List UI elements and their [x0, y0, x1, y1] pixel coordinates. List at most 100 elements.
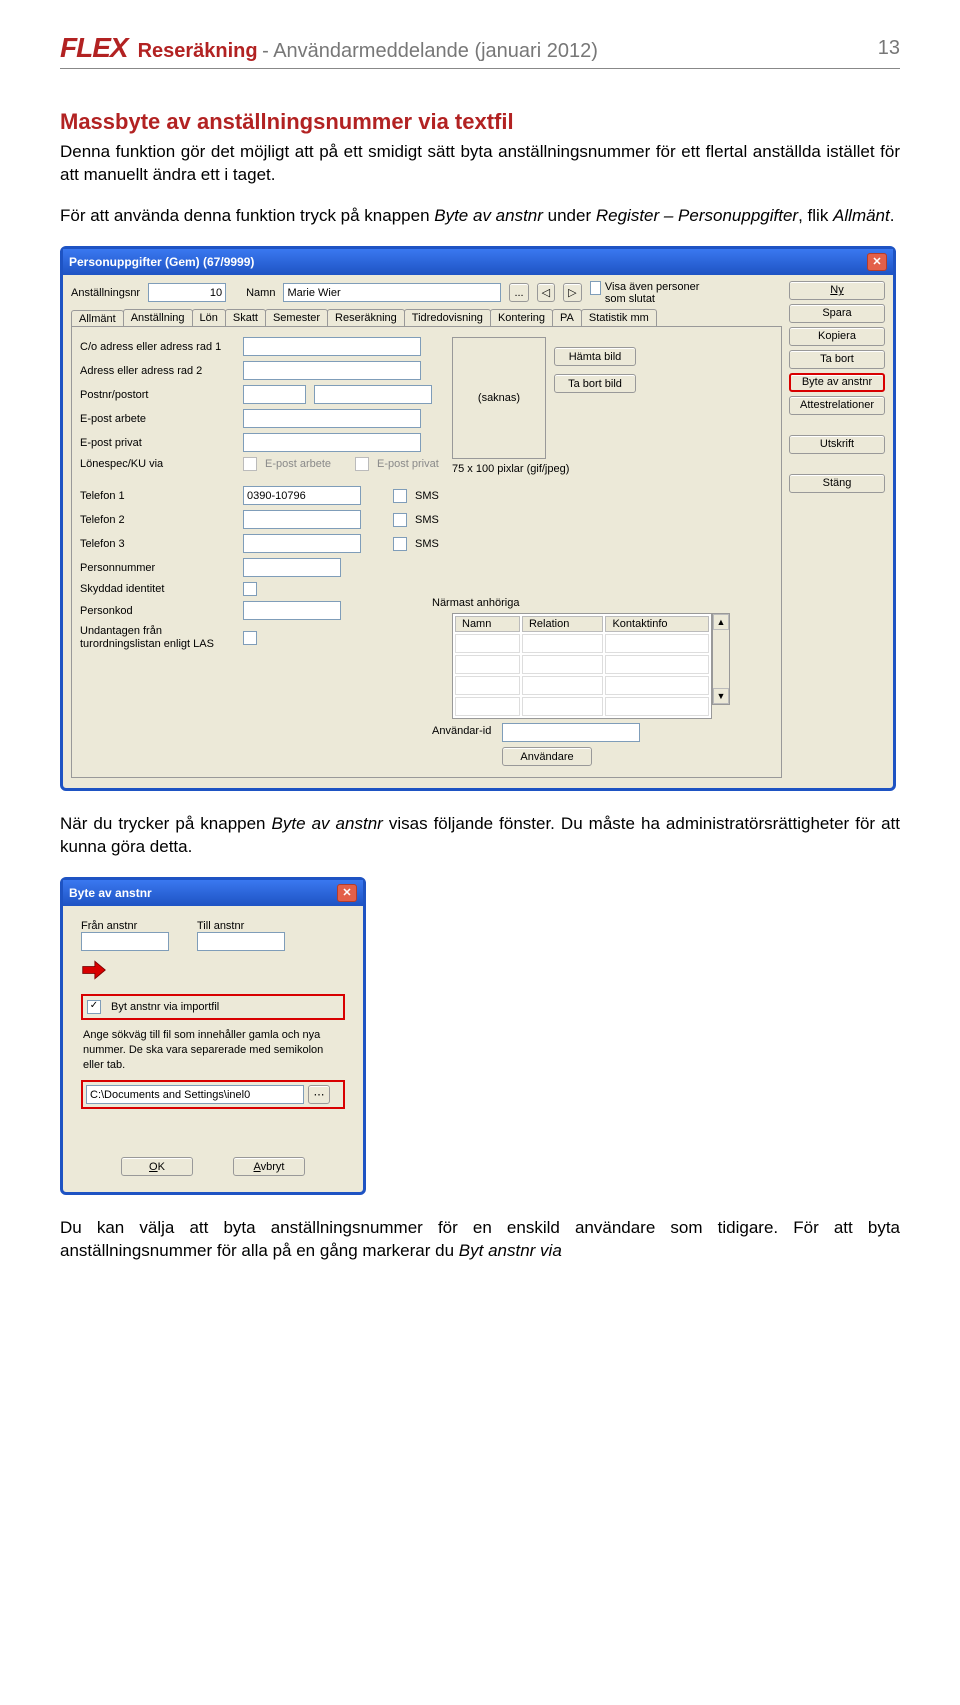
table-row: [455, 676, 709, 695]
section-heading: Massbyte av anställningsnummer via textf…: [60, 109, 900, 135]
userid-label: Användar-id: [432, 725, 491, 737]
mid-paragraph: När du trycker på knappen Byte av anstnr…: [60, 813, 900, 859]
anst-label: Anställningsnr: [71, 287, 140, 299]
import-info-text: Ange sökväg till fil som innehåller gaml…: [83, 1028, 343, 1073]
tel1-input[interactable]: [243, 486, 361, 505]
lonespec-label: Lönespec/KU via: [80, 458, 235, 470]
namn-input[interactable]: [283, 283, 501, 302]
hamta-bild-button[interactable]: Hämta bild: [554, 347, 636, 366]
flex-logo: FLEX: [60, 32, 128, 64]
postnr-input[interactable]: [243, 385, 306, 404]
browse-file-button[interactable]: ⋯: [308, 1085, 330, 1104]
attest-button[interactable]: Attestrelationer: [789, 396, 885, 415]
page-number: 13: [878, 37, 900, 60]
postnr-label: Postnr/postort: [80, 389, 235, 401]
spara-button[interactable]: Spara: [789, 304, 885, 323]
personkod-input[interactable]: [243, 601, 341, 620]
next-record-button[interactable]: ▷: [563, 283, 581, 302]
eppriv-input[interactable]: [243, 433, 421, 452]
visa-slutat-checkbox[interactable]: [590, 281, 601, 295]
tab-kontering[interactable]: Kontering: [490, 309, 553, 326]
to-label: Till anstnr: [197, 920, 285, 932]
close-icon[interactable]: ✕: [867, 253, 887, 271]
importfil-checkbox[interactable]: ✓: [87, 1000, 101, 1014]
tab-allmant[interactable]: Allmänt: [71, 310, 124, 327]
arrow-right-icon: [81, 959, 107, 981]
avbryt-button[interactable]: Avbryt: [233, 1157, 305, 1176]
page-header: FLEX Reseräkning - Användarmeddelande (j…: [60, 32, 900, 69]
undantag-checkbox[interactable]: [243, 631, 257, 645]
prev-record-button[interactable]: ◁: [537, 283, 555, 302]
eparb-label: E-post arbete: [80, 413, 235, 425]
byte-anstnr-button[interactable]: Byte av anstnr: [789, 373, 885, 392]
personkod-label: Personkod: [80, 605, 235, 617]
tel3-label: Telefon 3: [80, 538, 235, 550]
tab-pa[interactable]: PA: [552, 309, 582, 326]
kin-scrollbar[interactable]: ▲ ▼: [712, 613, 730, 705]
tel3-input[interactable]: [243, 534, 361, 553]
eparb-input[interactable]: [243, 409, 421, 428]
anst-input[interactable]: [148, 283, 226, 302]
skyddad-checkbox[interactable]: [243, 582, 257, 596]
tabort-bild-button[interactable]: Ta bort bild: [554, 374, 636, 393]
visa-slutat-label: Visa även personer som slutat: [605, 281, 720, 305]
table-row: [455, 655, 709, 674]
from-input[interactable]: [81, 932, 169, 951]
ny-button[interactable]: Ny: [789, 281, 885, 300]
window-title: Personuppgifter (Gem) (67/9999): [69, 255, 254, 269]
persnr-label: Personnummer: [80, 562, 235, 574]
lonespec-chk-privat: [355, 457, 369, 471]
importfil-label: Byt anstnr via importfil: [111, 1001, 219, 1013]
scroll-up-icon[interactable]: ▲: [713, 614, 729, 630]
skyddad-label: Skyddad identitet: [80, 583, 235, 595]
ok-button[interactable]: OK: [121, 1157, 193, 1176]
adr2-label: Adress eller adress rad 2: [80, 365, 235, 377]
tel3-sms-checkbox[interactable]: [393, 537, 407, 551]
close-icon[interactable]: ✕: [337, 884, 357, 902]
tel2-label: Telefon 2: [80, 514, 235, 526]
postort-input[interactable]: [314, 385, 432, 404]
tab-tidredovisning[interactable]: Tidredovisning: [404, 309, 491, 326]
bottom-paragraph: Du kan välja att byta anställningsnummer…: [60, 1217, 900, 1263]
kin-label: Närmast anhöriga: [432, 597, 519, 609]
photo-placeholder: (saknas): [452, 337, 546, 459]
lookup-button[interactable]: ...: [509, 283, 528, 302]
eppriv-label: E-post privat: [80, 437, 235, 449]
stang-button[interactable]: Stäng: [789, 474, 885, 493]
lonespec-chk-arbete: [243, 457, 257, 471]
tel2-input[interactable]: [243, 510, 361, 529]
intro-paragraph-2: För att använda denna funktion tryck på …: [60, 205, 900, 228]
personuppgifter-window: Personuppgifter (Gem) (67/9999) ✕ Anstäl…: [60, 246, 896, 791]
userid-input[interactable]: [502, 723, 640, 742]
co-input[interactable]: [243, 337, 421, 356]
tab-reserakning[interactable]: Reseräkning: [327, 309, 405, 326]
anvandare-button[interactable]: Användare: [502, 747, 592, 766]
table-row: [455, 634, 709, 653]
tab-anstallning[interactable]: Anställning: [123, 309, 193, 326]
to-input[interactable]: [197, 932, 285, 951]
adr2-input[interactable]: [243, 361, 421, 380]
dialog-title: Byte av anstnr: [69, 886, 152, 900]
tab-lon[interactable]: Lön: [192, 309, 226, 326]
file-path-input[interactable]: [86, 1085, 304, 1104]
header-title: Reseräkning: [138, 40, 258, 62]
table-row: [455, 697, 709, 716]
tab-semester[interactable]: Semester: [265, 309, 328, 326]
byte-anstnr-dialog: Byte av anstnr ✕ Från anstnr Till anstnr: [60, 877, 366, 1196]
photo-caption: 75 x 100 pixlar (gif/jpeg): [452, 463, 569, 475]
tel2-sms-checkbox[interactable]: [393, 513, 407, 527]
tab-strip: Allmänt Anställning Lön Skatt Semester R…: [71, 309, 885, 326]
persnr-input[interactable]: [243, 558, 341, 577]
tab-skatt[interactable]: Skatt: [225, 309, 266, 326]
tel1-sms-checkbox[interactable]: [393, 489, 407, 503]
undantag-label: Undantagen från turordningslistan enligt…: [80, 625, 235, 650]
kopiera-button[interactable]: Kopiera: [789, 327, 885, 346]
tabort-button[interactable]: Ta bort: [789, 350, 885, 369]
header-subtitle: - Användarmeddelande (januari 2012): [262, 40, 598, 62]
intro-paragraph-1: Denna funktion gör det möjligt att på et…: [60, 141, 900, 187]
kin-table: NamnRelationKontaktinfo: [452, 613, 712, 719]
from-label: Från anstnr: [81, 920, 169, 932]
tab-statistik[interactable]: Statistik mm: [581, 309, 657, 326]
utskrift-button[interactable]: Utskrift: [789, 435, 885, 454]
scroll-down-icon[interactable]: ▼: [713, 688, 729, 704]
